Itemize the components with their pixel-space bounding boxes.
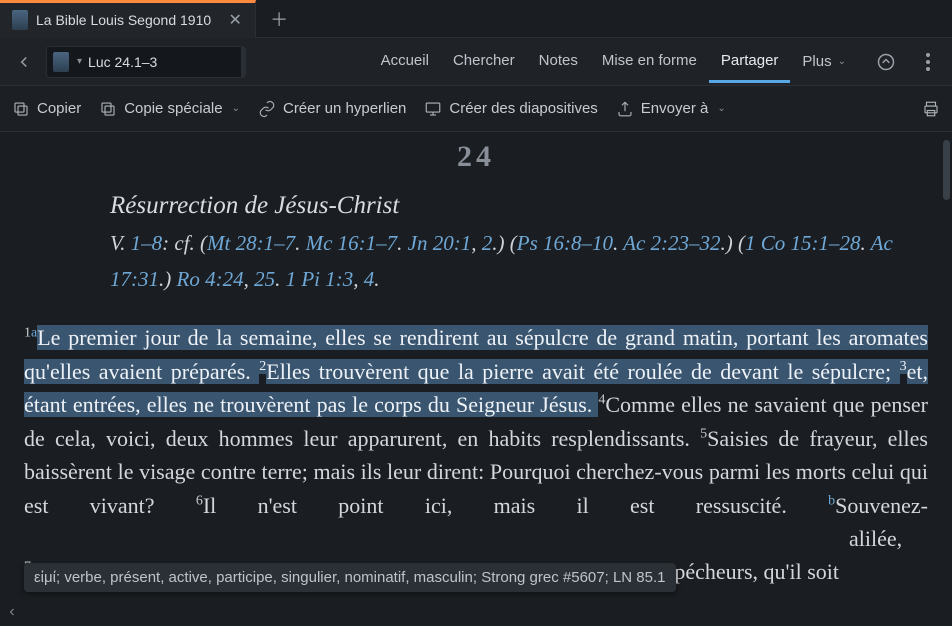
send-to-button[interactable]: Envoyer à ⌄ [616,100,726,118]
reader-pane[interactable]: 24 Résurrection de Jésus-Christ V. 1–8: … [0,132,952,626]
collapse-button[interactable] [872,48,900,76]
tab-active[interactable]: La Bible Louis Segond 1910 ✕ [0,0,256,38]
tab-title: La Bible Louis Segond 1910 [36,12,211,28]
reference-text: Luc 24.1–3 [88,54,241,70]
chevron-down-icon: ⌄ [717,103,725,114]
selected-text[interactable]: Elles trouvèrent que la pierre avait été… [266,359,899,384]
ref-link[interactable]: 1 Co 15:1–28 [745,231,861,255]
close-icon[interactable]: ✕ [227,12,243,28]
chevron-down-icon: ⌄ [838,56,846,67]
kebab-icon [926,53,930,71]
nav-bar: ▾ Luc 24.1–3 Accueil Chercher Notes Mise… [0,38,952,86]
new-tab-button[interactable]: ＋ [262,2,296,36]
tab-accueil[interactable]: Accueil [369,40,441,83]
tab-plus[interactable]: Plus ⌄ [790,53,858,70]
verse-text[interactable]: Souvenez- [835,493,928,518]
ref-link[interactable]: Jn 20:1 [408,231,472,255]
ref-link[interactable]: 2 [482,231,493,255]
ref-link[interactable]: Mc 16:1–7 [306,231,398,255]
share-toolbar: Copier Copie spéciale ⌄ Créer un hyperli… [0,86,952,132]
hyperlink-button[interactable]: Créer un hyperlien [258,100,406,118]
ref-link[interactable]: 1–8 [131,231,163,255]
verse-number[interactable]: 1 [24,326,31,341]
scripture-body[interactable]: 1aLe premier jour de la semaine, elles s… [24,321,928,589]
book-icon [12,10,28,30]
ref-link[interactable]: Ac 2:23–32 [623,231,720,255]
ref-link[interactable]: Ro 4:24 [177,267,244,291]
verse-text[interactable]: Il n'est point ici, mais il est ressusci… [203,493,828,518]
cross-references: V. 1–8: cf. (Mt 28:1–7. Mc 16:1–7. Jn 20… [110,226,904,297]
chevron-down-icon[interactable]: ▾ [77,56,82,67]
verse-number[interactable]: 6 [196,493,203,508]
tab-notes[interactable]: Notes [527,40,590,83]
ref-link[interactable]: Mt 28:1–7 [207,231,295,255]
chapter-number: 24 [0,140,952,174]
special-copy-button[interactable]: Copie spéciale ⌄ [99,100,240,118]
copy-icon [99,100,117,118]
panel-tabs: Accueil Chercher Notes Mise en forme Par… [369,40,858,83]
tab-chercher[interactable]: Chercher [441,40,527,83]
ref-link[interactable]: 4 [364,267,375,291]
scrollbar-vertical[interactable] [943,140,950,200]
panel-menu-button[interactable] [914,48,942,76]
ref-link[interactable]: 1 Pi 1:3 [286,267,354,291]
upload-icon [616,100,634,118]
presentation-icon [424,100,442,118]
tab-partager[interactable]: Partager [709,40,791,83]
reference-input[interactable]: ▾ Luc 24.1–3 [46,46,246,78]
ref-link[interactable]: 25 [254,267,275,291]
verse-number[interactable]: 3 [900,359,907,374]
copy-button[interactable]: Copier [12,100,81,118]
verse-text[interactable]: alilée, [849,526,902,551]
book-icon [53,52,69,72]
back-button[interactable] [10,48,38,76]
ref-link[interactable]: Ps 16:8–10 [517,231,613,255]
section-heading: Résurrection de Jésus-Christ [110,192,904,220]
print-icon [922,100,940,118]
tab-mise-en-forme[interactable]: Mise en forme [590,40,709,83]
slides-button[interactable]: Créer des diapositives [424,100,597,118]
reference-divider [241,46,245,78]
tab-bar: La Bible Louis Segond 1910 ✕ ＋ [0,0,952,38]
link-icon [258,100,276,118]
scroll-left-button[interactable] [4,604,20,620]
print-button[interactable] [922,100,940,118]
chevron-down-icon: ⌄ [232,103,240,114]
copy-icon [12,100,30,118]
morphology-tooltip: εἰμί; verbe, présent, active, participe,… [24,563,676,592]
